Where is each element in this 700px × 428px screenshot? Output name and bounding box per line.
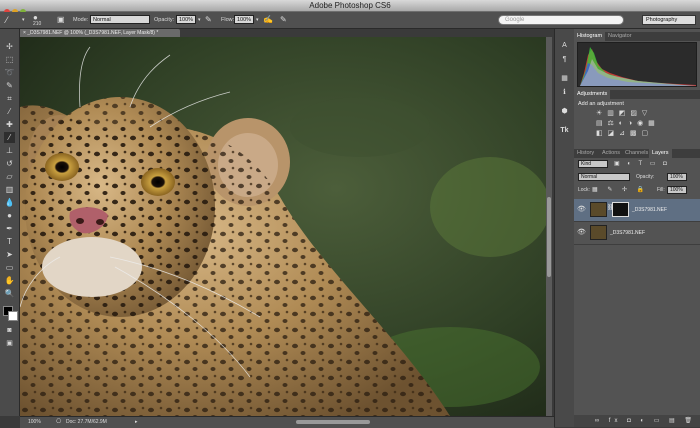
layers-panel-tabs: History Actions Channels Layers [574,149,700,158]
tab-adjustments[interactable]: Adjustments [574,90,611,99]
path-select-tool-icon[interactable]: ➤ [4,249,15,260]
tool-preset-dropdown[interactable]: ▾ [22,12,25,28]
title-bar: Adobe Photoshop CS6 [0,0,700,15]
mode-select[interactable]: Normal [90,15,150,24]
fill-label: Fill: [657,187,665,193]
healing-tool-icon[interactable]: ✚ [4,119,15,130]
status-bar: 100% ⎔ Doc: 27.7M/62.9M ▸ [20,416,554,428]
clone-stamp-tool-icon[interactable]: ⊥ [4,145,15,156]
document-size-info: Doc: 27.7M/62.9M [66,419,107,425]
character-panel-icon[interactable]: A [559,41,570,51]
document-tab-label: _D3S7981.NEF @ 100% (_D3S7981.NEF, Layer… [27,30,159,36]
tab-histogram[interactable]: Histogram [574,32,606,41]
tab-actions[interactable]: Actions [599,149,623,158]
workspace-switcher[interactable]: Photography [642,15,696,25]
opacity-dropdown[interactable]: ▾ [198,12,201,28]
visibility-eye-icon[interactable]: 👁 [577,228,586,236]
crop-tool-icon[interactable]: ⌗ [4,93,15,104]
pressure-size-icon[interactable]: ✎ [280,12,287,28]
vertical-scrollbar[interactable] [546,37,552,416]
tools-panel: ✢ ⬚ ➰ ✎ ⌗ ⁄ ✚ ⁄ ⊥ ↺ ▱ ▥ 💧 ● ✒ T ➤ ▭ ✋ 🔍 … [0,29,20,416]
adjustment-row-3[interactable]: ◧ ◪ ⊿ ▩ ▢ [596,129,686,139]
flow-label: Flow: [221,17,235,23]
search-input[interactable]: Google [498,15,624,25]
pressure-opacity-icon[interactable]: ✎ [205,12,212,28]
layers-panel-footer[interactable]: ∞ fx ◘ ◐ ▭ ▤ 🗑 [574,415,700,427]
brush-tool-icon[interactable]: ⁄ [6,12,8,28]
blend-mode-select[interactable]: Normal [578,173,630,181]
lasso-tool-icon[interactable]: ➰ [4,67,15,78]
status-info-icon[interactable]: ⎔ [56,417,61,428]
layer-name: _D3S7981.NEF [610,230,646,236]
layer-mask-thumbnail[interactable] [612,202,629,217]
adjustment-buttons[interactable]: ☀ ▥ ◩ ▨ ▽ ▤ ⚖ ◐ ◑ ◉ ▦ ◧ ◪ ⊿ ▩ ▢ [596,109,686,139]
layer-row[interactable]: 👁 ⛓ _D3S7981.NEF [574,199,700,222]
mode-label: Mode: [73,17,89,23]
opacity-label: Opacity: [636,174,655,180]
opacity-label: Opacity: [154,17,175,23]
hand-tool-icon[interactable]: ✋ [4,275,15,286]
tab-navigator[interactable]: Navigator [605,32,635,41]
tab-channels[interactable]: Channels [622,149,651,158]
shape-tool-icon[interactable]: ▭ [4,262,15,273]
screen-mode-icon[interactable]: ▣ [4,338,15,349]
tab-history[interactable]: History [574,149,597,158]
tab-layers[interactable]: Layers [649,149,672,158]
info-panel-icon[interactable]: ℹ [559,88,570,98]
properties-panel-icon[interactable]: ▦ [559,74,570,84]
3d-panel-icon[interactable]: ⬢ [559,107,570,117]
options-bar: ⁄ ▾ ● 210 ▣ Mode: Normal Opacity: 100% ▾… [0,12,700,29]
layer-filter-select[interactable]: Kind [578,160,608,168]
history-brush-tool-icon[interactable]: ↺ [4,158,15,169]
layer-opacity-input[interactable]: 100% [667,173,687,181]
paragraph-panel-icon[interactable]: ¶ [559,55,570,65]
brush-panel-icon[interactable]: ▣ [57,12,65,28]
layer-thumbnail [590,225,607,240]
lock-icons[interactable]: ▦ ✎ ✢ 🔒 [592,186,648,193]
adjustment-row-2[interactable]: ▤ ⚖ ◐ ◑ ◉ ▦ [596,119,686,129]
marquee-tool-icon[interactable]: ⬚ [4,54,15,65]
move-tool-icon[interactable]: ✢ [4,41,15,52]
quick-select-tool-icon[interactable]: ✎ [4,80,15,91]
eyedropper-tool-icon[interactable]: ⁄ [4,106,15,117]
type-tool-icon[interactable]: T [4,236,15,247]
layer-filter-icons[interactable]: ▣ ◐ T ▭ ◘ [614,160,670,167]
app-title: Adobe Photoshop CS6 [309,1,391,10]
flow-dropdown[interactable]: ▾ [256,12,259,28]
brush-tool-icon[interactable]: ⁄ [4,132,15,143]
lock-label: Lock: [578,187,590,193]
document-tab[interactable]: × _D3S7981.NEF @ 100% (_D3S7981.NEF, Lay… [20,29,180,37]
layer-name: _D3S7981.NEF [632,207,668,213]
collapsed-panels-bar: A ¶ ▦ ℹ ⬢ Tk [554,29,575,427]
right-panels: Histogram Navigator Adjustments Add an a… [574,29,700,427]
blur-tool-icon[interactable]: 💧 [4,197,15,208]
quick-mask-icon[interactable]: ◙ [4,325,15,336]
fill-input[interactable]: 100% [667,186,687,194]
adjustment-row-1[interactable]: ☀ ▥ ◩ ▨ ▽ [596,109,686,119]
zoom-level[interactable]: 100% [28,417,41,428]
flow-input[interactable]: 100% [234,15,254,24]
pen-tool-icon[interactable]: ✒ [4,223,15,234]
layer-row[interactable]: 👁 _D3S7981.NEF [574,222,700,245]
opacity-input[interactable]: 100% [176,15,196,24]
airbrush-icon[interactable]: ✍ [263,12,273,28]
histogram-graph [577,42,697,87]
zoom-tool-icon[interactable]: 🔍 [4,288,15,299]
background-color-swatch[interactable] [8,311,18,321]
layer-thumbnail [590,202,607,217]
vertical-scroll-thumb[interactable] [547,197,551,277]
close-tab-icon[interactable]: × [23,30,26,36]
status-menu-arrow-icon[interactable]: ▸ [135,417,138,428]
eraser-tool-icon[interactable]: ▱ [4,171,15,182]
leopard-photo [20,37,546,416]
adjustments-panel-header: Adjustments [574,90,700,99]
dodge-tool-icon[interactable]: ● [4,210,15,221]
horizontal-scroll-thumb[interactable] [296,420,370,424]
gradient-tool-icon[interactable]: ▥ [4,184,15,195]
document-canvas[interactable] [20,37,546,416]
histogram-panel-tabs: Histogram Navigator [574,32,700,41]
character-styles-icon[interactable]: Tk [559,126,570,136]
adjustments-title: Add an adjustment [578,101,624,107]
visibility-eye-icon[interactable]: 👁 [577,205,586,213]
